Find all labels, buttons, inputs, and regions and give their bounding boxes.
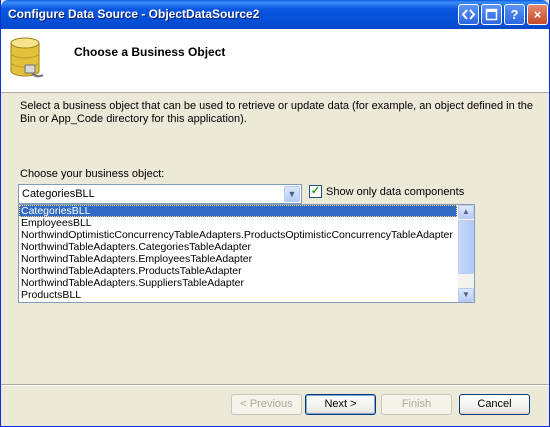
list-item[interactable]: NorthwindTableAdapters.EmployeesTableAda… <box>19 253 457 265</box>
next-button[interactable]: Next > <box>305 394 376 415</box>
show-only-data-components-checkbox[interactable]: ✓ <box>309 185 322 198</box>
list-item[interactable]: NorthwindOptimisticConcurrencyTableAdapt… <box>19 229 457 241</box>
help-button[interactable]: ? <box>504 4 525 25</box>
database-plug-icon <box>10 37 44 78</box>
maximize-icon[interactable] <box>481 4 502 25</box>
list-item[interactable]: CategoriesBLL <box>19 205 457 217</box>
restore-icon[interactable] <box>458 4 479 25</box>
list-items: CategoriesBLL EmployeesBLL NorthwindOpti… <box>19 205 457 301</box>
page-title: Choose a Business Object <box>74 45 226 59</box>
list-item[interactable]: EmployeesBLL <box>19 217 457 229</box>
list-item[interactable]: NorthwindTableAdapters.ProductsTableAdap… <box>19 265 457 277</box>
wizard-header: Choose a Business Object <box>1 29 549 93</box>
business-object-label: Choose your business object: <box>20 168 165 180</box>
footer-divider <box>1 384 549 386</box>
window-title: Configure Data Source - ObjectDataSource… <box>8 7 260 21</box>
scroll-thumb[interactable] <box>458 220 474 274</box>
vertical-scrollbar[interactable]: ▲ ▼ <box>458 205 474 302</box>
list-item[interactable]: NorthwindTableAdapters.SuppliersTableAda… <box>19 277 457 289</box>
title-bar[interactable]: Configure Data Source - ObjectDataSource… <box>1 0 549 29</box>
finish-button[interactable]: Finish <box>381 394 452 415</box>
configure-data-source-dialog: Configure Data Source - ObjectDataSource… <box>0 0 550 427</box>
scroll-up-icon[interactable]: ▲ <box>458 205 474 219</box>
list-item[interactable]: NorthwindTableAdapters.CategoriesTableAd… <box>19 241 457 253</box>
scroll-down-icon[interactable]: ▼ <box>458 288 474 302</box>
combobox-value: CategoriesBLL <box>22 188 95 200</box>
cancel-button[interactable]: Cancel <box>459 394 530 415</box>
previous-button[interactable]: < Previous <box>231 394 302 415</box>
business-object-list[interactable]: CategoriesBLL EmployeesBLL NorthwindOpti… <box>18 204 475 303</box>
show-only-data-components-label[interactable]: Show only data components <box>326 186 464 198</box>
list-item[interactable]: ProductsBLL <box>19 289 457 301</box>
close-button[interactable]: × <box>527 4 548 25</box>
chevron-down-icon[interactable]: ▼ <box>284 186 300 202</box>
description-text: Select a business object that can be use… <box>20 100 534 125</box>
business-object-combobox[interactable]: CategoriesBLL ▼ <box>18 184 302 204</box>
